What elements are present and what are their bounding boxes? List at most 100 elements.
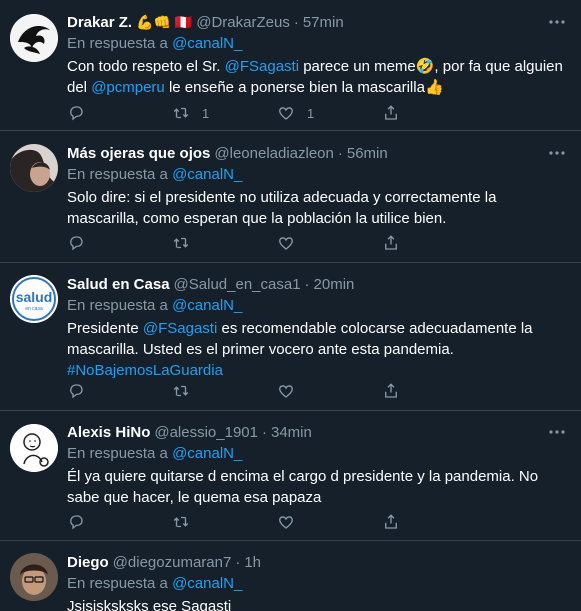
- avatar[interactable]: [10, 553, 58, 601]
- reply-context: En respuesta a @canalN_: [67, 164, 569, 186]
- reply-mention[interactable]: @canalN_: [172, 445, 242, 462]
- name-emojis: 💪👊 🇵🇪: [136, 13, 193, 30]
- share-icon: [385, 235, 397, 250]
- timestamp[interactable]: 57min: [303, 14, 344, 31]
- separator: ·: [304, 275, 310, 293]
- reply-prefix: En respuesta a: [67, 575, 168, 592]
- logo-subtext: en casa: [25, 306, 43, 312]
- like-icon: [279, 107, 293, 120]
- timestamp[interactable]: 1h: [244, 554, 261, 571]
- logo-text: salud: [16, 289, 53, 305]
- text-part: Jsjsjsksksks ese Sagasti: [67, 598, 232, 611]
- share-button[interactable]: [382, 382, 487, 400]
- share-button[interactable]: [382, 104, 487, 122]
- retweet-button[interactable]: [172, 234, 277, 252]
- separator: ·: [235, 553, 241, 571]
- tweet[interactable]: salud en casa Salud en Casa @Salud_en_ca…: [0, 263, 581, 411]
- tweet[interactable]: Diego @diegozumaran7 · 1h En respuesta a…: [0, 541, 581, 611]
- share-button[interactable]: [382, 513, 487, 531]
- tweet-text: Jsjsjsksksks ese Sagasti: [67, 596, 569, 611]
- text-part: Solo dire: si el presidente no utiliza a…: [67, 189, 497, 227]
- text-part: Presidente: [67, 320, 143, 337]
- share-icon: [385, 383, 397, 398]
- like-button[interactable]: [277, 234, 382, 252]
- reply-context: En respuesta a @canalN_: [67, 33, 569, 55]
- reply-icon: [70, 384, 83, 399]
- retweet-button[interactable]: [172, 513, 277, 531]
- user-handle[interactable]: @Salud_en_casa1: [174, 276, 301, 293]
- like-button[interactable]: [277, 513, 382, 531]
- reply-prefix: En respuesta a: [67, 445, 168, 462]
- like-button[interactable]: [277, 382, 382, 400]
- tweet[interactable]: Alexis HiNo @alessio_1901 · 34min En res…: [0, 411, 581, 541]
- tweet-text: Él ya quiere quitarse d encima el cargo …: [67, 466, 569, 508]
- like-button[interactable]: 1: [277, 104, 382, 122]
- like-icon: [279, 516, 293, 529]
- avatar[interactable]: [10, 424, 58, 472]
- more-icon[interactable]: [545, 13, 569, 31]
- like-icon: [279, 385, 293, 398]
- display-name[interactable]: Alexis HiNo: [67, 424, 150, 441]
- mention-link[interactable]: @FSagasti: [225, 58, 299, 75]
- retweet-button[interactable]: 1: [172, 104, 277, 122]
- mention-link[interactable]: @FSagasti: [143, 320, 217, 337]
- display-name[interactable]: Salud en Casa: [67, 276, 170, 293]
- mention-link[interactable]: @pcmperu: [91, 79, 165, 96]
- user-handle[interactable]: @alessio_1901: [154, 424, 258, 441]
- reply-button[interactable]: [67, 234, 172, 252]
- avatar[interactable]: [10, 14, 58, 62]
- user-handle[interactable]: @DrakarZeus: [196, 14, 290, 31]
- timestamp[interactable]: 34min: [271, 424, 312, 441]
- separator: ·: [262, 423, 267, 441]
- tweet-text: Presidente @FSagasti es recomendable col…: [67, 318, 569, 381]
- reply-context: En respuesta a @canalN_: [67, 443, 569, 465]
- avatar[interactable]: salud en casa: [10, 275, 58, 323]
- reply-icon: [70, 106, 83, 121]
- reply-context: En respuesta a @canalN_: [67, 295, 569, 317]
- display-name[interactable]: Diego: [67, 554, 109, 571]
- reply-prefix: En respuesta a: [67, 35, 168, 52]
- retweet-icon: [173, 107, 189, 119]
- more-icon[interactable]: [545, 144, 569, 162]
- separator: ·: [337, 144, 343, 162]
- reply-button[interactable]: [67, 513, 172, 531]
- tweet-text: Con todo respeto el Sr. @FSagasti parece…: [67, 56, 569, 98]
- timestamp[interactable]: 20min: [314, 276, 355, 293]
- reply-icon: [70, 515, 83, 530]
- reply-mention[interactable]: @canalN_: [172, 575, 242, 592]
- reply-prefix: En respuesta a: [67, 166, 168, 183]
- reply-button[interactable]: [67, 382, 172, 400]
- share-icon: [385, 105, 397, 120]
- reply-mention[interactable]: @canalN_: [172, 166, 242, 183]
- timestamp[interactable]: 56min: [347, 145, 388, 162]
- like-icon: [279, 237, 293, 250]
- retweet-icon: [173, 237, 189, 249]
- text-part: le enseñe a ponerse bien la mascarilla👍: [164, 79, 444, 96]
- tweet[interactable]: Más ojeras que ojos @leoneladiazleon · 5…: [0, 131, 581, 263]
- reply-icon: [70, 236, 83, 251]
- retweet-button[interactable]: [172, 382, 277, 400]
- like-count: 1: [307, 105, 315, 121]
- user-handle[interactable]: @diegozumaran7: [113, 554, 232, 571]
- separator: ·: [293, 13, 299, 31]
- text-part: Él ya quiere quitarse d encima el cargo …: [67, 468, 539, 506]
- retweet-count: 1: [202, 105, 210, 121]
- share-button[interactable]: [382, 234, 487, 252]
- retweet-icon: [173, 516, 189, 528]
- reply-context: En respuesta a @canalN_: [67, 573, 569, 595]
- hashtag-link[interactable]: #NoBajemosLaGuardia: [67, 362, 223, 379]
- display-name[interactable]: Más ojeras que ojos: [67, 145, 210, 162]
- reply-mention[interactable]: @canalN_: [172, 35, 242, 52]
- display-name[interactable]: Drakar Z.: [67, 14, 132, 31]
- share-icon: [385, 514, 397, 529]
- avatar[interactable]: [10, 144, 58, 192]
- user-handle[interactable]: @leoneladiazleon: [214, 145, 333, 162]
- reply-prefix: En respuesta a: [67, 297, 168, 314]
- reply-mention[interactable]: @canalN_: [172, 297, 242, 314]
- reply-button[interactable]: [67, 104, 172, 122]
- tweet-text: Solo dire: si el presidente no utiliza a…: [67, 187, 569, 229]
- tweet[interactable]: Drakar Z. 💪👊 🇵🇪 @DrakarZeus · 57min En r…: [0, 0, 581, 131]
- text-part: Con todo respeto el Sr.: [67, 58, 225, 75]
- retweet-icon: [173, 385, 189, 397]
- more-icon[interactable]: [545, 423, 569, 441]
